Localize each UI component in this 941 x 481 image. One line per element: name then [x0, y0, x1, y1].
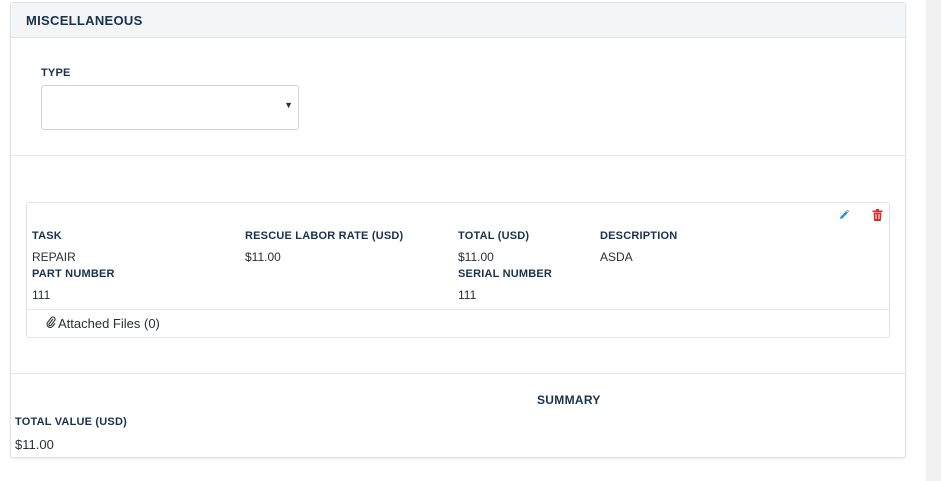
total-value: $11.00 [458, 250, 494, 264]
description-value: ASDA [600, 250, 633, 264]
summary-title: SUMMARY [537, 393, 601, 407]
type-select[interactable]: ▼ [41, 85, 299, 130]
total-label: TOTAL (USD) [458, 230, 530, 242]
paperclip-icon [46, 316, 56, 331]
part-number-value: 111 [32, 288, 51, 302]
card-footer: Attached Files (0) [27, 309, 889, 338]
item-card: TASK REPAIR RESCUE LABOR RATE (USD) $11.… [26, 202, 890, 338]
miscellaneous-panel: MISCELLANEOUS TYPE ▼ TASK REPAIR RESCUE … [10, 2, 906, 458]
attached-files-label: Attached Files (0) [58, 316, 160, 331]
task-label: TASK [32, 230, 62, 242]
divider [11, 373, 905, 374]
attached-files-link[interactable]: Attached Files (0) [46, 316, 160, 331]
serial-number-value: 111 [458, 288, 477, 302]
task-value: REPAIR [32, 250, 76, 264]
page-scrollbar[interactable] [926, 0, 941, 481]
panel-header: MISCELLANEOUS [11, 3, 905, 38]
total-value-label: TOTAL VALUE (USD) [15, 416, 127, 428]
type-label: TYPE [41, 67, 71, 79]
serial-number-label: SERIAL NUMBER [458, 268, 553, 280]
trash-icon[interactable] [870, 209, 884, 223]
rate-label: RESCUE LABOR RATE (USD) [245, 230, 404, 242]
total-value-amount: $11.00 [15, 437, 54, 452]
divider [11, 155, 905, 156]
part-number-label: PART NUMBER [32, 268, 115, 280]
chevron-down-icon: ▼ [284, 100, 293, 110]
pencil-icon[interactable] [837, 209, 851, 223]
rate-value: $11.00 [245, 250, 281, 264]
description-label: DESCRIPTION [600, 230, 678, 242]
section-title: MISCELLANEOUS [26, 13, 143, 28]
